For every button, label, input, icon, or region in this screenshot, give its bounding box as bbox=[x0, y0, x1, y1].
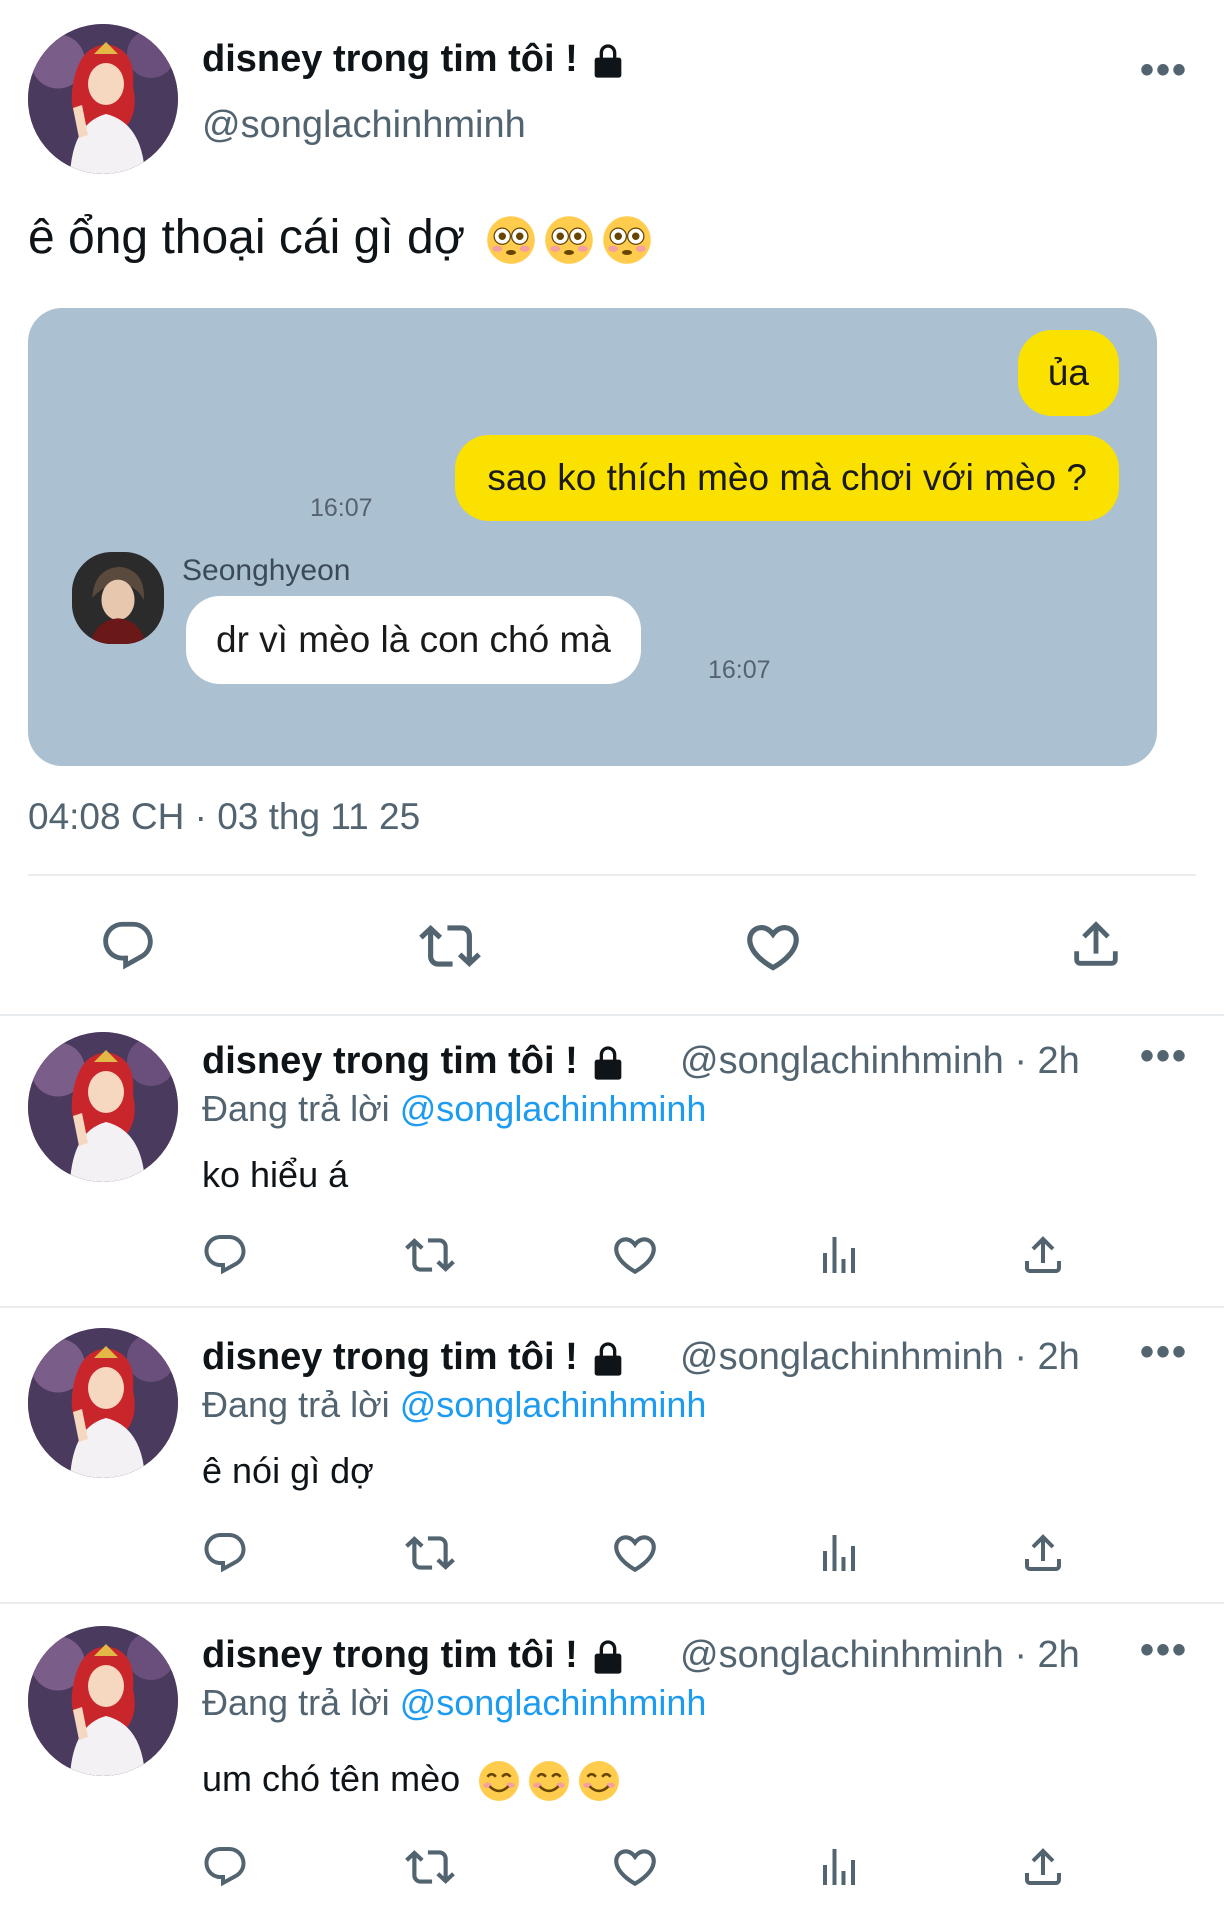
more-options-button[interactable]: ••• bbox=[1140, 1630, 1188, 1670]
like-icon[interactable] bbox=[610, 1528, 660, 1578]
flushed-face-emoji bbox=[486, 215, 536, 265]
retweet-icon[interactable] bbox=[404, 1230, 456, 1280]
replying-to: Đang trả lời @songlachinhminh bbox=[202, 1088, 707, 1129]
views-icon[interactable] bbox=[814, 1842, 864, 1892]
chat-time: 16:07 bbox=[310, 494, 373, 522]
avatar[interactable] bbox=[28, 1328, 178, 1478]
replying-to-link[interactable]: @songlachinhminh bbox=[400, 1088, 707, 1129]
retweet-icon[interactable] bbox=[418, 916, 482, 976]
author-name[interactable]: disney trong tim tôi ! bbox=[202, 1336, 628, 1379]
divider bbox=[0, 1014, 1224, 1016]
chat-bubble-right: sao ko thích mèo mà chơi với mèo ? bbox=[455, 435, 1119, 521]
smiling-face-emoji bbox=[528, 1760, 570, 1802]
share-icon[interactable] bbox=[1066, 914, 1126, 974]
views-icon[interactable] bbox=[814, 1230, 864, 1280]
replying-to: Đang trả lời @songlachinhminh bbox=[202, 1682, 707, 1723]
reply-icon[interactable] bbox=[200, 1528, 250, 1578]
retweet-icon[interactable] bbox=[404, 1528, 456, 1578]
author-name[interactable]: disney trong tim tôi ! bbox=[202, 38, 628, 81]
reply-text: ê nói gì dợ bbox=[202, 1450, 374, 1491]
lock-icon bbox=[588, 1637, 628, 1677]
author-name[interactable]: disney trong tim tôi ! bbox=[202, 1040, 628, 1083]
author-handle-time[interactable]: @songlachinhminh · 2h bbox=[680, 1634, 1080, 1677]
avatar[interactable] bbox=[28, 24, 178, 174]
lock-icon bbox=[588, 1043, 628, 1083]
more-options-button[interactable]: ••• bbox=[1140, 1332, 1188, 1372]
flushed-face-emoji bbox=[602, 215, 652, 265]
author-handle-time[interactable]: @songlachinhminh · 2h bbox=[680, 1336, 1080, 1379]
tweet-text: ê ổng thoại cái gì dợ bbox=[28, 210, 652, 265]
chat-bubble-left: dr vì mèo là con chó mà bbox=[186, 596, 641, 684]
like-icon[interactable] bbox=[610, 1842, 660, 1892]
share-icon[interactable] bbox=[1018, 1842, 1068, 1892]
avatar[interactable] bbox=[28, 1032, 178, 1182]
views-icon[interactable] bbox=[814, 1528, 864, 1578]
replying-to-link[interactable]: @songlachinhminh bbox=[400, 1384, 707, 1425]
chat-sender-avatar bbox=[72, 552, 164, 644]
author-name[interactable]: disney trong tim tôi ! bbox=[202, 1634, 628, 1677]
chat-sender-name: Seonghyeon bbox=[182, 554, 351, 587]
replying-to: Đang trả lời @songlachinhminh bbox=[202, 1384, 707, 1425]
replying-to-link[interactable]: @songlachinhminh bbox=[400, 1682, 707, 1723]
author-handle[interactable]: @songlachinhminh bbox=[202, 104, 526, 147]
share-icon[interactable] bbox=[1018, 1230, 1068, 1280]
retweet-icon[interactable] bbox=[404, 1842, 456, 1892]
reply-text: um chó tên mèo bbox=[202, 1758, 620, 1802]
reply-text: ko hiểu á bbox=[202, 1154, 349, 1195]
tweet-timestamp[interactable]: 04:08 CH · 03 thg 11 25 bbox=[28, 796, 420, 838]
more-options-button[interactable]: ••• bbox=[1140, 50, 1188, 90]
like-icon[interactable] bbox=[742, 916, 804, 978]
chat-bubble-right: ủa bbox=[1017, 330, 1119, 416]
share-icon[interactable] bbox=[1018, 1528, 1068, 1578]
chat-screenshot-image[interactable]: ủa sao ko thích mèo mà chơi với mèo ? 16… bbox=[28, 308, 1157, 766]
lock-icon bbox=[588, 41, 628, 81]
divider bbox=[0, 1602, 1224, 1604]
chat-time: 16:07 bbox=[708, 656, 771, 684]
smiling-face-emoji bbox=[478, 1760, 520, 1802]
reply-icon[interactable] bbox=[98, 916, 158, 976]
divider bbox=[0, 1306, 1224, 1308]
smiling-face-emoji bbox=[578, 1760, 620, 1802]
flushed-face-emoji bbox=[544, 215, 594, 265]
more-options-button[interactable]: ••• bbox=[1140, 1036, 1188, 1076]
like-icon[interactable] bbox=[610, 1230, 660, 1280]
author-handle-time[interactable]: @songlachinhminh · 2h bbox=[680, 1040, 1080, 1083]
lock-icon bbox=[588, 1339, 628, 1379]
reply-icon[interactable] bbox=[200, 1842, 250, 1892]
divider bbox=[28, 874, 1196, 876]
avatar[interactable] bbox=[28, 1626, 178, 1776]
reply-icon[interactable] bbox=[200, 1230, 250, 1280]
display-name: disney trong tim tôi ! bbox=[202, 38, 578, 80]
